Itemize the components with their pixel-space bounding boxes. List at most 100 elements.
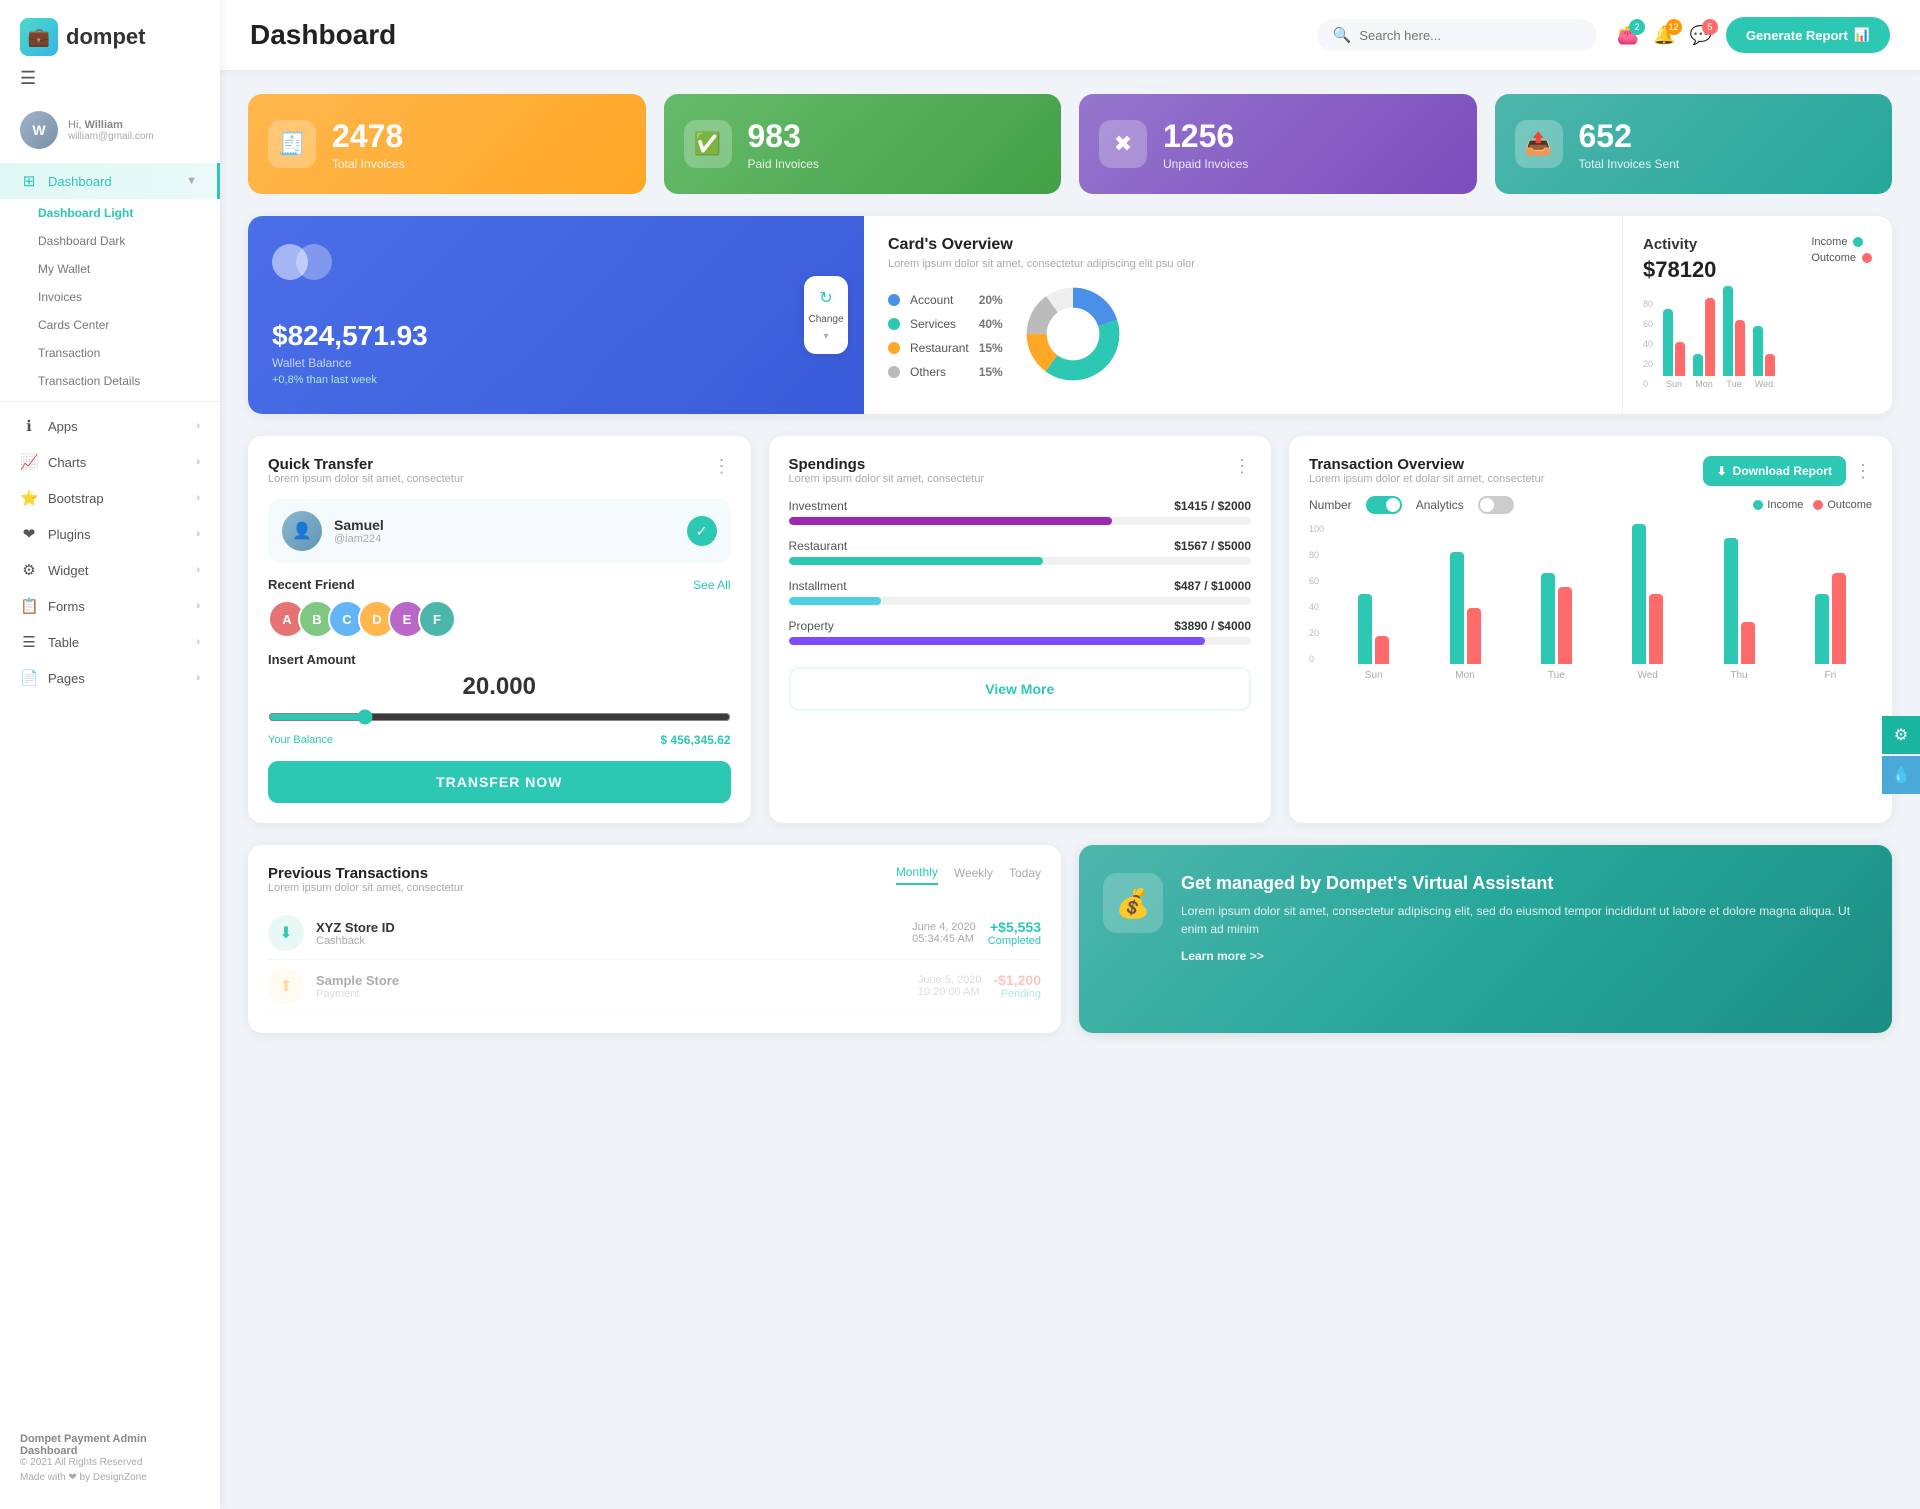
chat-icon-badge[interactable]: 💬 5 — [1690, 25, 1712, 46]
spending-row-investment: Investment $1415 / $2000 — [789, 499, 1252, 525]
x-label-wed: Wed — [1606, 670, 1689, 681]
trans-status: Completed — [988, 935, 1041, 947]
sidebar-sub-invoices[interactable]: Invoices — [38, 283, 220, 311]
installment-amount: $487 / $10000 — [1174, 579, 1251, 593]
sidebar-item-apps[interactable]: ℹ Apps › — [0, 408, 220, 444]
others-pct: 15% — [979, 365, 1003, 379]
bar-sun-income — [1663, 309, 1673, 376]
forms-arrow: › — [196, 600, 200, 612]
va-learn-more-link[interactable]: Learn more >> — [1181, 949, 1264, 963]
label-mon: Mon — [1695, 379, 1713, 389]
hamburger-icon[interactable]: ☰ — [0, 68, 220, 101]
donut-svg — [1023, 284, 1123, 384]
restaurant-pct: 15% — [979, 341, 1003, 355]
breakdown-row-services: Services 40% — [888, 317, 1003, 331]
restaurant-bar-wrap — [789, 557, 1252, 565]
outcome-dot-trans — [1813, 500, 1823, 510]
sidebar-sub-cards-center[interactable]: Cards Center — [38, 311, 220, 339]
trans-sun-income — [1358, 594, 1372, 664]
friend-avatar-6[interactable]: F — [418, 600, 456, 638]
side-settings-button[interactable]: ⚙ — [1882, 716, 1920, 754]
sidebar-sub-dashboard-dark[interactable]: Dashboard Dark — [38, 227, 220, 255]
trans-type-2: Payment — [316, 988, 906, 1000]
sidebar-sub-my-wallet[interactable]: My Wallet — [38, 255, 220, 283]
bar-tue-outcome — [1735, 320, 1745, 376]
installment-bar — [789, 597, 882, 605]
bottom-two-col: Previous Transactions Lorem ipsum dolor … — [248, 845, 1892, 1033]
transfer-now-button[interactable]: TRANSFER NOW — [268, 761, 731, 803]
investment-bar — [789, 517, 1113, 525]
hi-prefix: Hi, — [68, 119, 85, 131]
search-box[interactable]: 🔍 — [1317, 19, 1597, 51]
sidebar-item-bootstrap[interactable]: ⭐ Bootstrap › — [0, 480, 220, 516]
sidebar-sub-dashboard-light[interactable]: Dashboard Light — [38, 199, 220, 227]
download-icon: ⬇ — [1717, 464, 1727, 478]
va-title: Get managed by Dompet's Virtual Assistan… — [1181, 873, 1868, 894]
trans-overview-menu[interactable]: ⋮ — [1854, 461, 1872, 482]
footer-made-text: Made with ❤ by DesignZone — [20, 1472, 147, 1483]
sidebar-sub-transaction-details[interactable]: Transaction Details — [38, 367, 220, 395]
sidebar-item-dashboard[interactable]: ⊞ Dashboard ▼ — [0, 163, 220, 199]
trans-big-chart: 100 80 60 40 20 0 — [1309, 524, 1872, 681]
footer-made-with: Made with ❤ by DesignZone — [20, 1472, 200, 1483]
paid-invoices-icon: ✅ — [684, 120, 732, 168]
sidebar-sub-transaction[interactable]: Transaction — [38, 339, 220, 367]
spendings-menu[interactable]: ⋮ — [1233, 456, 1251, 477]
total-invoices-number: 2478 — [332, 118, 405, 155]
sidebar-item-table[interactable]: ☰ Table › — [0, 624, 220, 660]
trans-date-2: June 5, 2020 — [918, 974, 982, 986]
trans-status-2: Pending — [994, 988, 1041, 1000]
tab-weekly[interactable]: Weekly — [954, 865, 993, 885]
trans-bars-wrap: Sun Mon Tue Wed Thu Fri — [1332, 524, 1872, 681]
sidebar-footer: Dompet Payment Admin Dashboard © 2021 Al… — [0, 1417, 220, 1489]
recent-friend-label: Recent Friend — [268, 577, 355, 592]
download-report-button[interactable]: ⬇ Download Report — [1703, 456, 1846, 486]
change-label: Change — [808, 314, 843, 325]
trans-amount-2: -$1,200 — [994, 972, 1041, 988]
others-label: Others — [910, 365, 969, 379]
insert-amount-label: Insert Amount — [268, 652, 731, 667]
widget-arrow: › — [196, 564, 200, 576]
sidebar-item-forms[interactable]: 📋 Forms › — [0, 588, 220, 624]
bell-icon-badge[interactable]: 🔔 12 — [1653, 25, 1675, 46]
stat-card-paid-invoices: ✅ 983 Paid Invoices — [664, 94, 1062, 194]
outcome-label: Outcome — [1811, 252, 1856, 264]
tab-monthly[interactable]: Monthly — [896, 865, 938, 885]
quick-transfer-menu[interactable]: ⋮ — [713, 456, 731, 477]
trans-tue-outcome — [1558, 587, 1572, 664]
activity-title: Activity — [1643, 236, 1716, 253]
search-input[interactable] — [1359, 28, 1580, 43]
sidebar-item-charts[interactable]: 📈 Charts › — [0, 444, 220, 480]
sidebar-item-pages[interactable]: 📄 Pages › — [0, 660, 220, 696]
tab-today[interactable]: Today — [1009, 865, 1041, 885]
bar-group-trans-fri — [1789, 573, 1872, 664]
unpaid-invoices-icon: ✖ — [1099, 120, 1147, 168]
nav-divider — [0, 401, 220, 402]
spendings-sub: Lorem ipsum dolor sit amet, consectetur — [789, 473, 985, 485]
virtual-assistant-card: 💰 Get managed by Dompet's Virtual Assist… — [1079, 845, 1892, 1033]
card-circle-2 — [296, 244, 332, 280]
outcome-dot — [1862, 253, 1872, 263]
generate-report-button[interactable]: Generate Report 📊 — [1726, 17, 1890, 53]
total-invoices-icon: 🧾 — [268, 120, 316, 168]
number-toggle[interactable] — [1366, 496, 1402, 514]
bar-sun-outcome — [1675, 342, 1685, 376]
analytics-toggle[interactable] — [1478, 496, 1514, 514]
sidebar-item-plugins[interactable]: ❤ Plugins › — [0, 516, 220, 552]
view-more-button[interactable]: View More — [789, 667, 1252, 711]
total-invoices-label: Total Invoices — [332, 157, 405, 171]
change-button[interactable]: ↻ Change ▾ — [804, 276, 848, 354]
unpaid-invoices-label: Unpaid Invoices — [1163, 157, 1248, 171]
amount-slider[interactable] — [268, 709, 731, 725]
wallet-icon-badge[interactable]: 👛 2 — [1617, 25, 1639, 46]
transfer-user: 👤 Samuel @iam224 ✓ — [268, 499, 731, 563]
side-water-button[interactable]: 💧 — [1882, 756, 1920, 794]
side-buttons: ⚙ 💧 — [1882, 716, 1920, 794]
investment-bar-wrap — [789, 517, 1252, 525]
see-all-link[interactable]: See All — [693, 578, 730, 592]
wallet-badge: 2 — [1629, 19, 1645, 35]
footer-year: © 2021 All Rights Reserved — [20, 1457, 200, 1468]
logo: 💼 dompet — [0, 0, 220, 68]
sidebar-item-widget[interactable]: ⚙ Widget › — [0, 552, 220, 588]
dashboard-submenu: Dashboard Light Dashboard Dark My Wallet… — [0, 199, 220, 395]
